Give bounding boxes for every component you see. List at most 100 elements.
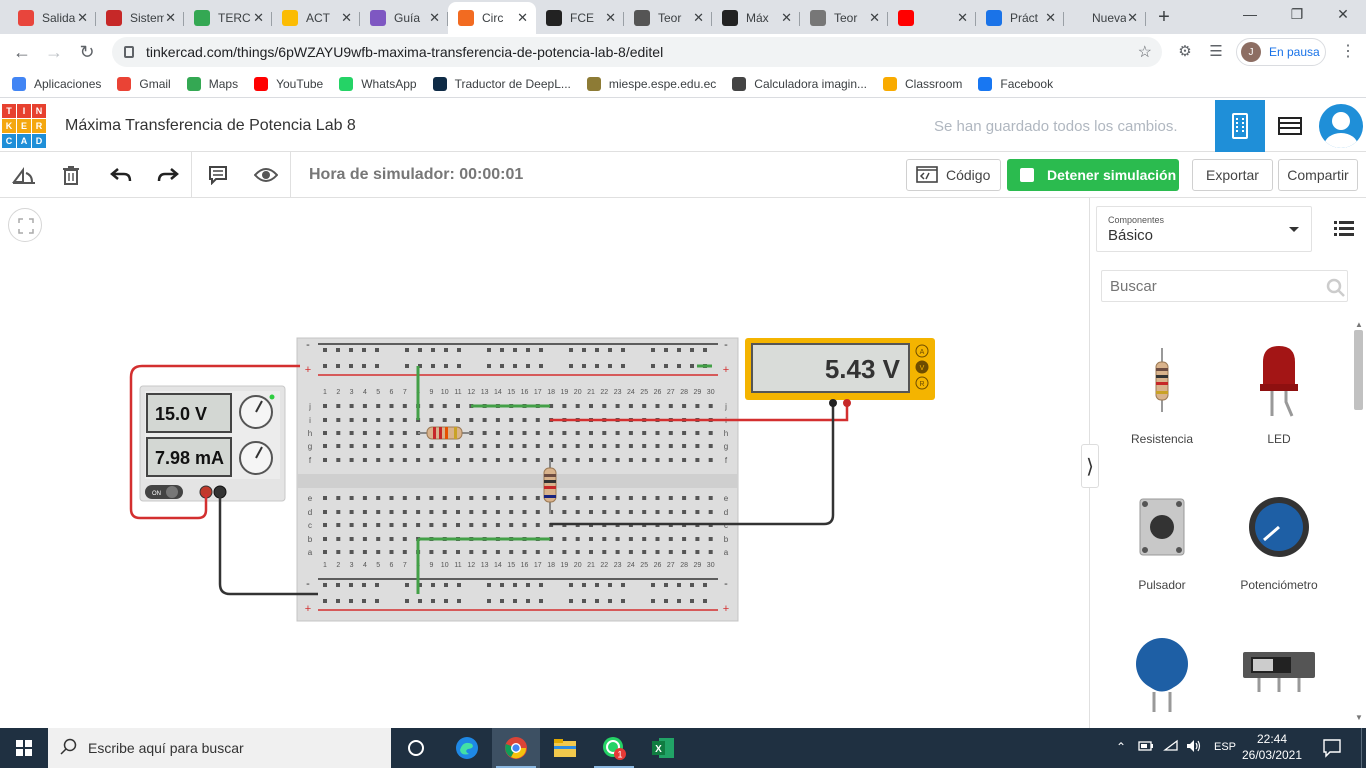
minimize-button[interactable]: —	[1235, 6, 1265, 22]
schematic-view-button[interactable]	[1265, 100, 1315, 152]
close-tab-icon[interactable]: ✕	[605, 10, 616, 26]
scroll-thumb[interactable]	[1354, 330, 1363, 410]
close-tab-icon[interactable]: ✕	[781, 10, 792, 26]
browser-tab[interactable]: ACT ✕	[272, 4, 360, 32]
notifications-icon[interactable]	[1322, 738, 1342, 763]
component-slide-switch[interactable]	[1229, 648, 1329, 708]
close-tab-icon[interactable]: ✕	[1127, 10, 1138, 26]
search-icon[interactable]	[1326, 278, 1346, 303]
export-button[interactable]: Exportar	[1192, 159, 1273, 191]
collapse-panel-button[interactable]: ⟩	[1081, 444, 1099, 488]
component-pushbutton[interactable]: Pulsador	[1112, 494, 1212, 594]
task-view-button[interactable]	[392, 728, 440, 768]
bookmark-item[interactable]: Traductor de DeepL...	[432, 76, 571, 91]
chrome-taskbar-button[interactable]	[492, 728, 540, 768]
scroll-up-icon[interactable]: ▲	[1355, 320, 1363, 329]
mode-r[interactable]: R	[919, 381, 924, 388]
bookmark-item[interactable]: Gmail	[117, 76, 171, 91]
bookmark-item[interactable]: Classroom	[883, 76, 962, 91]
browser-tab[interactable]: Teor ✕	[624, 4, 712, 32]
share-button[interactable]: Compartir	[1278, 159, 1358, 191]
bookmark-item[interactable]: Facebook	[978, 76, 1053, 91]
page-title[interactable]: Máxima Transferencia de Potencia Lab 8	[65, 117, 356, 135]
browser-tab[interactable]: Práct ✕	[976, 4, 1064, 32]
stop-simulation-button[interactable]: Detener simulación	[1007, 159, 1179, 191]
scroll-down-icon[interactable]: ▼	[1355, 713, 1363, 722]
search-input[interactable]	[1101, 270, 1348, 302]
browser-tab[interactable]: Nueva pe✕	[1058, 4, 1146, 32]
circuit-view-button[interactable]	[1215, 100, 1265, 152]
close-tab-icon[interactable]: ✕	[517, 10, 528, 26]
forward-icon[interactable]: →	[42, 40, 66, 64]
bookmark-item[interactable]: Aplicaciones	[12, 76, 101, 91]
mode-a[interactable]: A	[920, 349, 925, 356]
browser-tab[interactable]: Salida ✕	[8, 4, 96, 32]
browser-tab[interactable]: Circ ✕	[448, 2, 536, 34]
panel-scrollbar[interactable]: ▲ ▼	[1352, 320, 1364, 728]
delete-icon[interactable]	[58, 162, 84, 188]
start-button[interactable]	[0, 728, 48, 768]
tinkercad-logo[interactable]: TIN KER CAD	[2, 104, 46, 148]
close-window-button[interactable]: ✕	[1328, 6, 1358, 23]
close-tab-icon[interactable]: ✕	[957, 10, 968, 26]
menu-icon[interactable]: ⋮	[1336, 40, 1360, 64]
back-icon[interactable]: ←	[10, 40, 34, 64]
excel-taskbar-button[interactable]: X	[639, 728, 687, 768]
reload-icon[interactable]: ↻	[75, 40, 99, 64]
close-tab-icon[interactable]: ✕	[1045, 10, 1056, 26]
user-avatar[interactable]	[1319, 104, 1363, 148]
close-tab-icon[interactable]: ✕	[77, 10, 88, 26]
rotate-icon[interactable]	[11, 162, 37, 188]
close-tab-icon[interactable]: ✕	[165, 10, 176, 26]
close-tab-icon[interactable]: ✕	[693, 10, 704, 26]
component-led[interactable]: LED	[1229, 344, 1329, 448]
browser-tab[interactable]: Máx ✕	[712, 4, 800, 32]
bookmark-item[interactable]: YouTube	[254, 76, 323, 91]
extensions-icon[interactable]: ⚙	[1173, 40, 1197, 64]
component-potentiometer[interactable]: Potenciómetro	[1229, 492, 1329, 592]
close-tab-icon[interactable]: ✕	[253, 10, 264, 26]
browser-tab[interactable]: Teor ✕	[800, 4, 888, 32]
edge-taskbar-button[interactable]	[443, 728, 491, 768]
media-control-icon[interactable]: ☰	[1204, 40, 1228, 64]
whatsapp-taskbar-button[interactable]: 1	[590, 728, 638, 768]
category-select[interactable]: Componentes Básico	[1096, 206, 1312, 252]
component-resistor[interactable]: Resistencia	[1112, 348, 1212, 448]
tray-chevron-icon[interactable]: ⌃	[1116, 740, 1126, 754]
component-capacitor[interactable]	[1112, 634, 1212, 724]
bookmark-item[interactable]: Calculadora imagin...	[732, 76, 867, 91]
file-explorer-taskbar-button[interactable]	[541, 728, 589, 768]
undo-icon[interactable]	[108, 162, 134, 188]
wifi-icon[interactable]	[1163, 739, 1179, 758]
browser-tab[interactable]: FCE ✕	[536, 4, 624, 32]
redo-icon[interactable]	[155, 162, 181, 188]
close-tab-icon[interactable]: ✕	[869, 10, 880, 26]
volume-icon[interactable]	[1186, 739, 1202, 758]
close-tab-icon[interactable]: ✕	[341, 10, 352, 26]
browser-tab[interactable]: Guía ✕	[360, 4, 448, 32]
profile-button[interactable]: J En pausa	[1236, 38, 1326, 66]
maximize-button[interactable]: ❐	[1282, 6, 1312, 23]
code-button[interactable]: Código	[906, 159, 1001, 191]
multimeter[interactable]: 5.43 V A V R	[745, 338, 935, 407]
address-bar[interactable]: tinkercad.com/things/6pWZAYU9wfb-maxima-…	[112, 37, 1162, 67]
visibility-icon[interactable]	[253, 162, 279, 188]
power-supply[interactable]: 15.0 V 7.98 mA ON	[139, 385, 286, 502]
notes-icon[interactable]	[205, 162, 231, 188]
input-language[interactable]: ESP	[1214, 741, 1236, 753]
show-desktop-button[interactable]	[1361, 728, 1362, 768]
new-tab-button[interactable]: +	[1152, 6, 1176, 29]
bookmark-item[interactable]: Maps	[186, 76, 238, 91]
bookmark-item[interactable]: miespe.espe.edu.ec	[586, 76, 716, 91]
browser-tab[interactable]: ✕	[888, 4, 976, 32]
browser-tab[interactable]: Sistema✕	[96, 4, 184, 32]
list-view-icon[interactable]	[1334, 220, 1354, 241]
mode-v[interactable]: V	[920, 365, 925, 372]
close-tab-icon[interactable]: ✕	[429, 10, 440, 26]
bookmark-star-icon[interactable]: ☆	[1138, 42, 1152, 62]
taskbar-search[interactable]: Escribe aquí para buscar	[48, 728, 391, 768]
bookmark-item[interactable]: WhatsApp	[339, 76, 417, 91]
taskbar-clock[interactable]: 22:44 26/03/2021	[1240, 731, 1304, 763]
circuit-canvas[interactable]: -+-+-+-+11223344556677889910101111121213…	[0, 198, 1089, 728]
battery-icon[interactable]	[1138, 739, 1154, 758]
